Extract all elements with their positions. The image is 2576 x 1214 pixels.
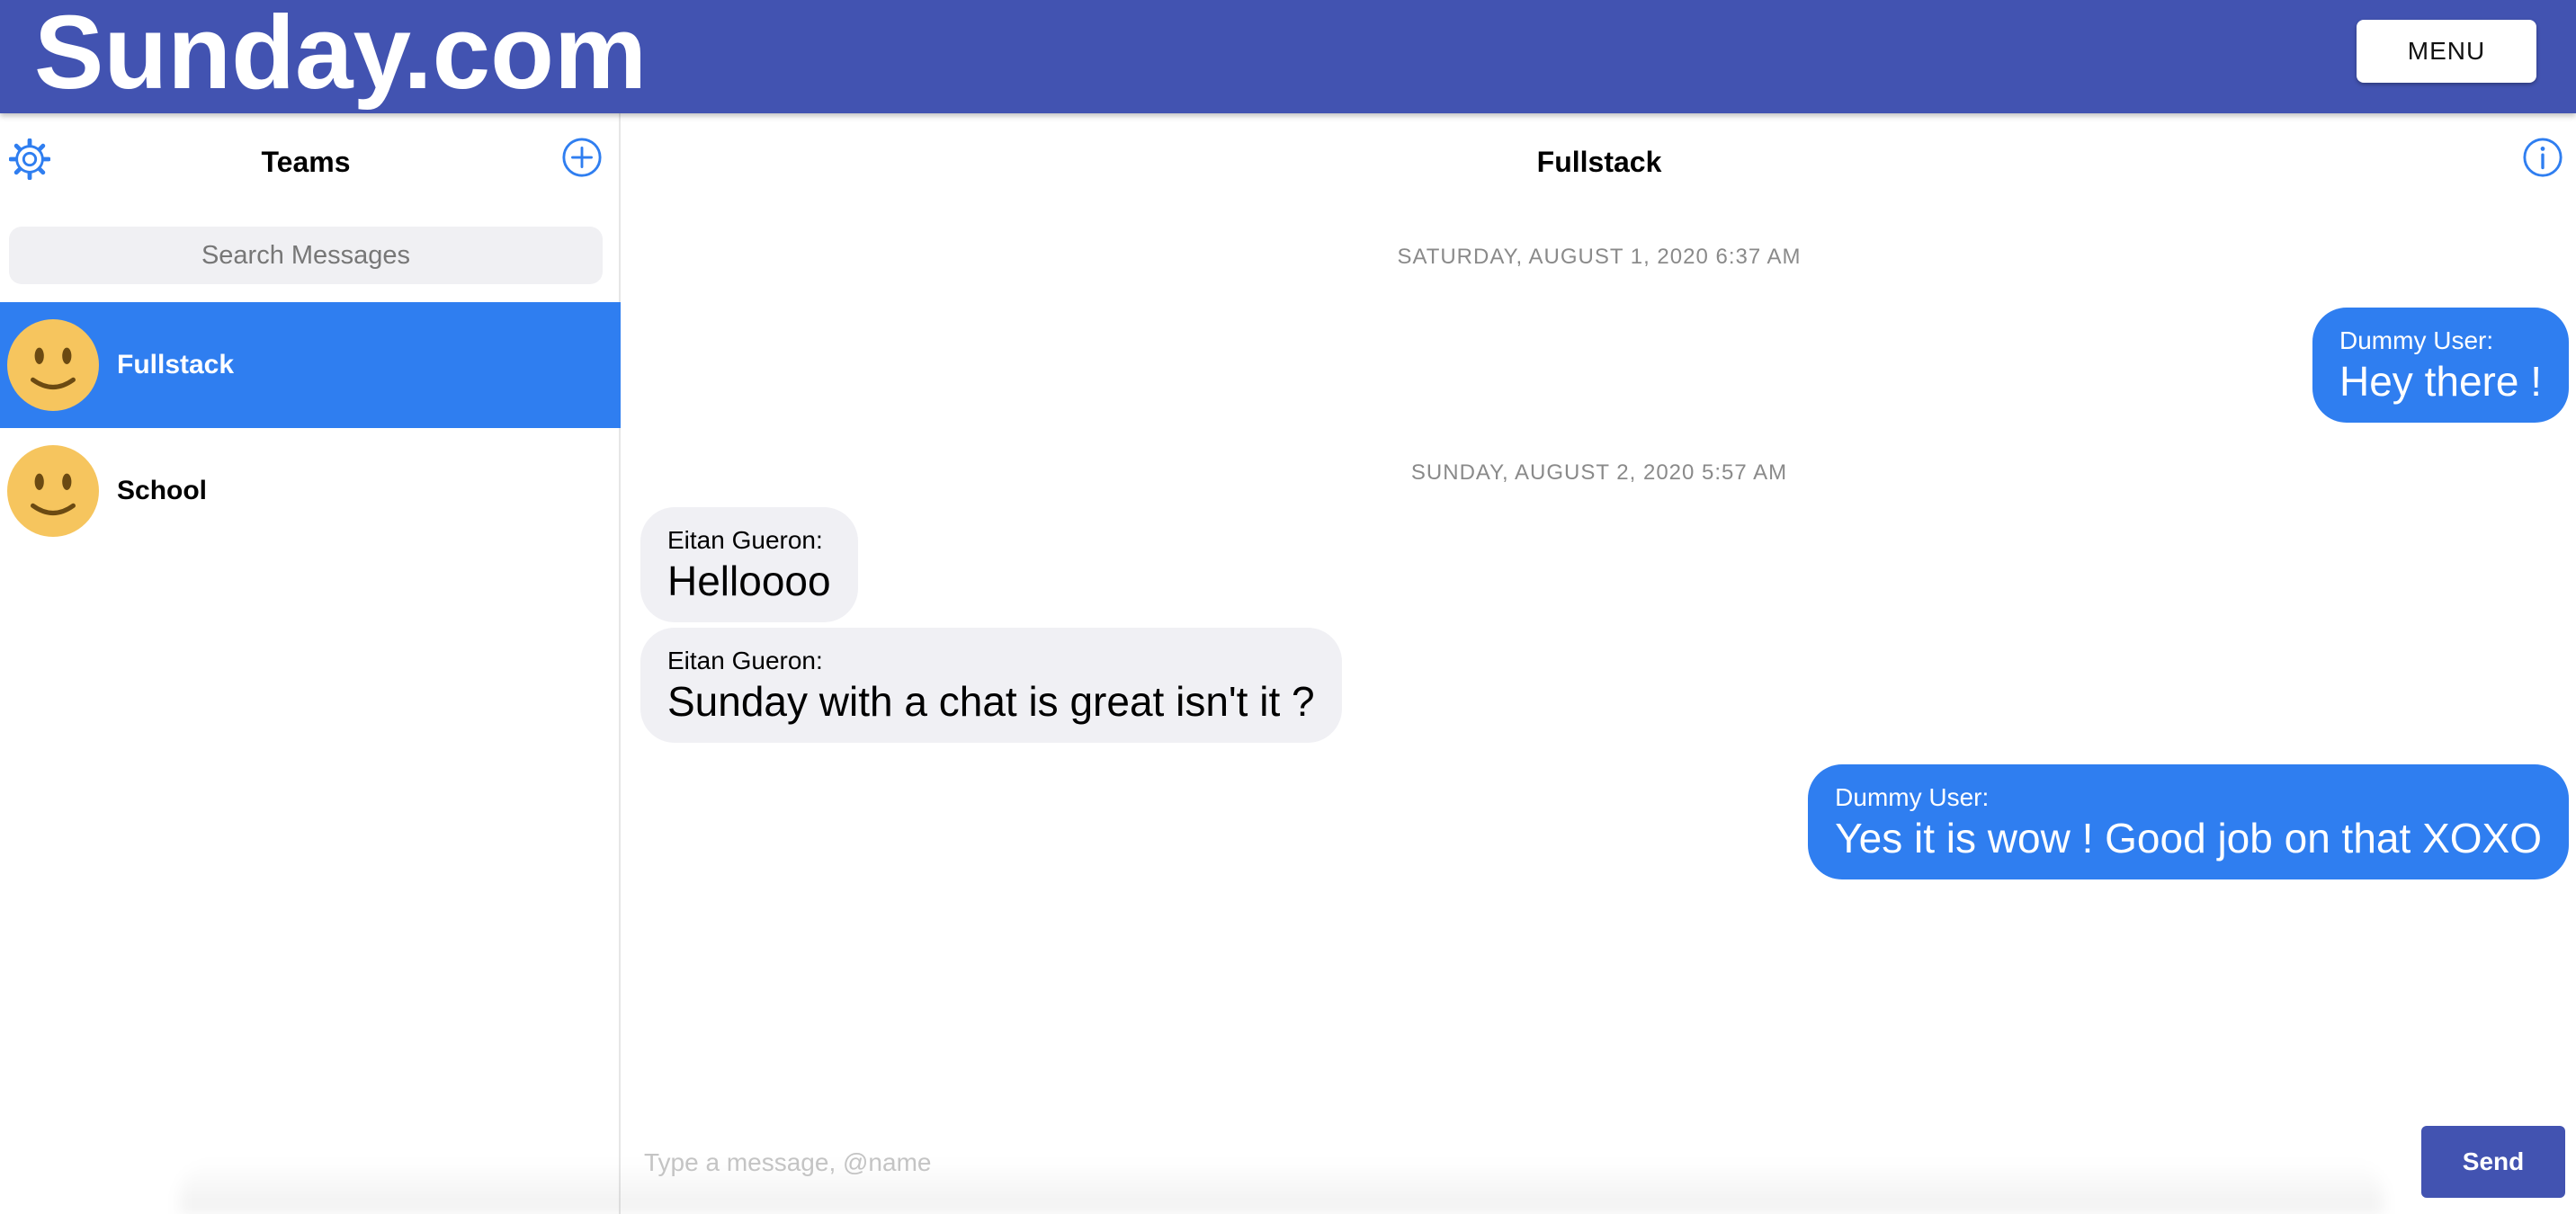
brand-logo[interactable]: Sunday.com [34, 0, 647, 113]
date-separator: SATURDAY, AUGUST 1, 2020 6:37 AM [1397, 245, 1802, 269]
chat-name: School [117, 476, 208, 505]
menu-button[interactable]: MENU [2357, 20, 2536, 83]
plus-circle-icon[interactable] [561, 137, 603, 178]
message-text: Sunday with a chat is great isn't it ? [667, 678, 1315, 725]
chat-item-fullstack[interactable]: Fullstack [0, 302, 621, 428]
smiley-face-icon [7, 445, 99, 537]
chat-name: Fullstack [117, 350, 235, 379]
message-text: Hey there ! [2339, 358, 2542, 405]
info-icon[interactable] [2522, 137, 2563, 178]
teams-sidebar: Teams Fullstack School [0, 113, 621, 1214]
message-bubble-outgoing: Dummy User: Yes it is wow ! Good job on … [1808, 764, 2569, 879]
smiley-face-icon [7, 319, 99, 411]
message-sender: Dummy User: [2339, 326, 2494, 354]
chat-item-school[interactable]: School [0, 428, 621, 554]
message-sender: Eitan Gueron: [667, 647, 823, 674]
message-sender: Eitan Gueron: [667, 526, 823, 554]
send-button[interactable]: Send [2421, 1126, 2565, 1198]
message-input[interactable] [644, 1142, 2389, 1183]
message-bubble-incoming: Eitan Gueron: Helloooo [640, 507, 858, 622]
conversation-panel: Fullstack SATURDAY, AUGUST 1, 2020 6:37 … [622, 113, 2576, 1214]
app-header: Sunday.com MENU [0, 0, 2576, 113]
message-text: Helloooo [667, 558, 831, 604]
search-input[interactable] [9, 227, 603, 284]
sidebar-title: Teams [261, 146, 351, 178]
conversation-title: Fullstack [1536, 146, 1662, 178]
message-bubble-outgoing: Dummy User: Hey there ! [2312, 308, 2569, 423]
sidebar-header: Teams [0, 113, 621, 210]
message-sender: Dummy User: [1835, 783, 1990, 811]
message-text: Yes it is wow ! Good job on that XOXO [1835, 815, 2542, 861]
message-bubble-incoming: Eitan Gueron: Sunday with a chat is grea… [640, 628, 1342, 743]
date-separator: SUNDAY, AUGUST 2, 2020 5:57 AM [1410, 460, 1788, 485]
